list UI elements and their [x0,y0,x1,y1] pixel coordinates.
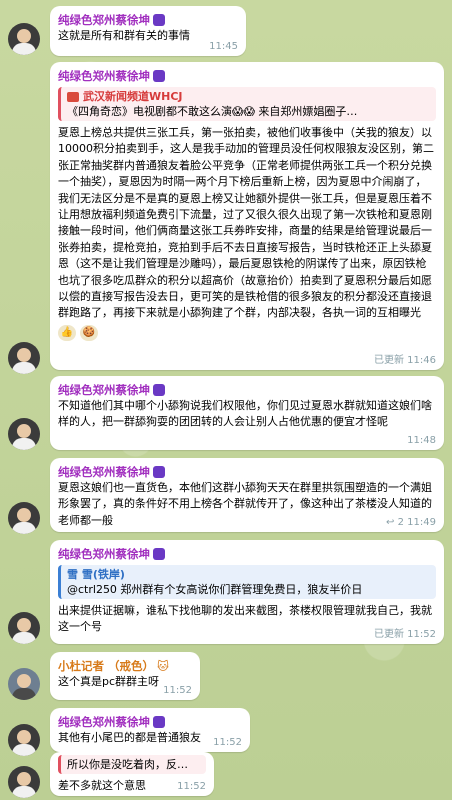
reply-title: 雪 雪(铁岸) [67,568,125,581]
sender-name[interactable]: 纯绿色郑州蔡徐坤 [58,714,242,730]
custom-emoji-icon [153,14,165,26]
reactions: 👍 🍪 [58,324,436,341]
message-bubble[interactable]: 纯绿色郑州蔡徐坤 雪 雪(铁岸) @ctrl250 郑州群有个女高说你们群管理免… [50,540,444,644]
message-time: 已更新 11:52 [374,629,436,640]
custom-emoji-icon [153,384,165,396]
message-time: 已更新 11:46 [374,355,436,366]
reply-text: 《四角奇恋》电视剧都不敢这么演😱😱 来自郑州嫖娼圈子… [67,105,358,118]
message-bubble[interactable]: 所以你是没吃着肉，反… 差不多就这个意思 11:52 [50,752,214,796]
avatar[interactable] [8,612,40,644]
message-time: 11:52 [163,685,192,696]
message-time: 11:45 [209,41,238,52]
reaction-thumbs-up[interactable]: 👍 [58,324,76,341]
reply-preview[interactable]: 雪 雪(铁岸) @ctrl250 郑州群有个女高说你们群管理免费日，狼友半价日 [58,565,436,599]
avatar[interactable] [8,342,40,374]
message-time: 11:52 [213,737,242,748]
message-bubble[interactable]: 纯绿色郑州蔡徐坤 其他有小尾巴的都是普通狼友 11:52 [50,708,250,752]
sender-name[interactable]: 纯绿色郑州蔡徐坤 [58,464,436,480]
message-bubble[interactable]: 小杜记者 （戒色） 🐱 这个真是pc群群主呀 11:52 [50,652,200,700]
reply-title: 武汉新闻频道WHCJ [83,90,183,103]
message-bubble[interactable]: 纯绿色郑州蔡徐坤 武汉新闻频道WHCJ 《四角奇恋》电视剧都不敢这么演😱😱 来自… [50,62,444,370]
sender-name[interactable]: 纯绿色郑州蔡徐坤 [58,382,436,398]
message-meta: ↩ 2 11:49 [386,517,436,528]
reply-arrow-icon[interactable]: ↩ [386,517,394,528]
reaction-cookie[interactable]: 🍪 [80,324,98,341]
message-text: 不知道他们其中哪个小舔狗说我们权限他，你们见过夏恩水群就知道这娘们啥样的人，把一… [58,399,432,429]
message-time: 11:48 [407,435,436,446]
message-text: 夏恩这娘们也一直货色，本他们这群小舔狗天天在群里拱氛围塑造的一个满姐形象罢了，真… [58,481,432,527]
message-bubble[interactable]: 纯绿色郑州蔡徐坤 夏恩这娘们也一直货色，本他们这群小舔狗天天在群里拱氛围塑造的一… [50,458,444,532]
message-time: 11:49 [407,517,436,528]
avatar[interactable] [8,766,40,798]
custom-emoji-icon [153,716,165,728]
message-time: 11:52 [177,781,206,792]
message-bubble[interactable]: 纯绿色郑州蔡徐坤 这就是所有和群有关的事情 11:45 [50,6,246,56]
message-text: 夏恩上榜总共提供三张工兵，第一张拍卖，被他们收事後中（关我的狼友）以10000积… [58,126,434,320]
avatar[interactable] [8,668,40,700]
sticker-emoji-icon: 🐱 [157,659,170,673]
avatar[interactable] [8,418,40,450]
avatar[interactable] [8,23,40,55]
avatar[interactable] [8,724,40,756]
reply-preview[interactable]: 武汉新闻频道WHCJ 《四角奇恋》电视剧都不敢这么演😱😱 来自郑州嫖娼圈子… [58,87,436,121]
reply-text: 所以你是没吃着肉，反… [67,758,188,771]
reply-text: @ctrl250 郑州群有个女高说你们群管理免费日，狼友半价日 [67,583,363,596]
sender-name[interactable]: 纯绿色郑州蔡徐坤 [58,546,436,562]
custom-emoji-icon [153,466,165,478]
custom-emoji-icon [153,548,165,560]
sender-name[interactable]: 纯绿色郑州蔡徐坤 [58,12,238,28]
channel-flag-icon [67,91,79,102]
avatar[interactable] [8,502,40,534]
reply-preview[interactable]: 所以你是没吃着肉，反… [58,755,206,774]
reply-count[interactable]: 2 [398,517,404,528]
sender-name[interactable]: 小杜记者 （戒色） 🐱 [58,658,192,674]
sender-name[interactable]: 纯绿色郑州蔡徐坤 [58,68,436,84]
custom-emoji-icon [153,70,165,82]
message-bubble[interactable]: 纯绿色郑州蔡徐坤 不知道他们其中哪个小舔狗说我们权限他，你们见过夏恩水群就知道这… [50,376,444,450]
